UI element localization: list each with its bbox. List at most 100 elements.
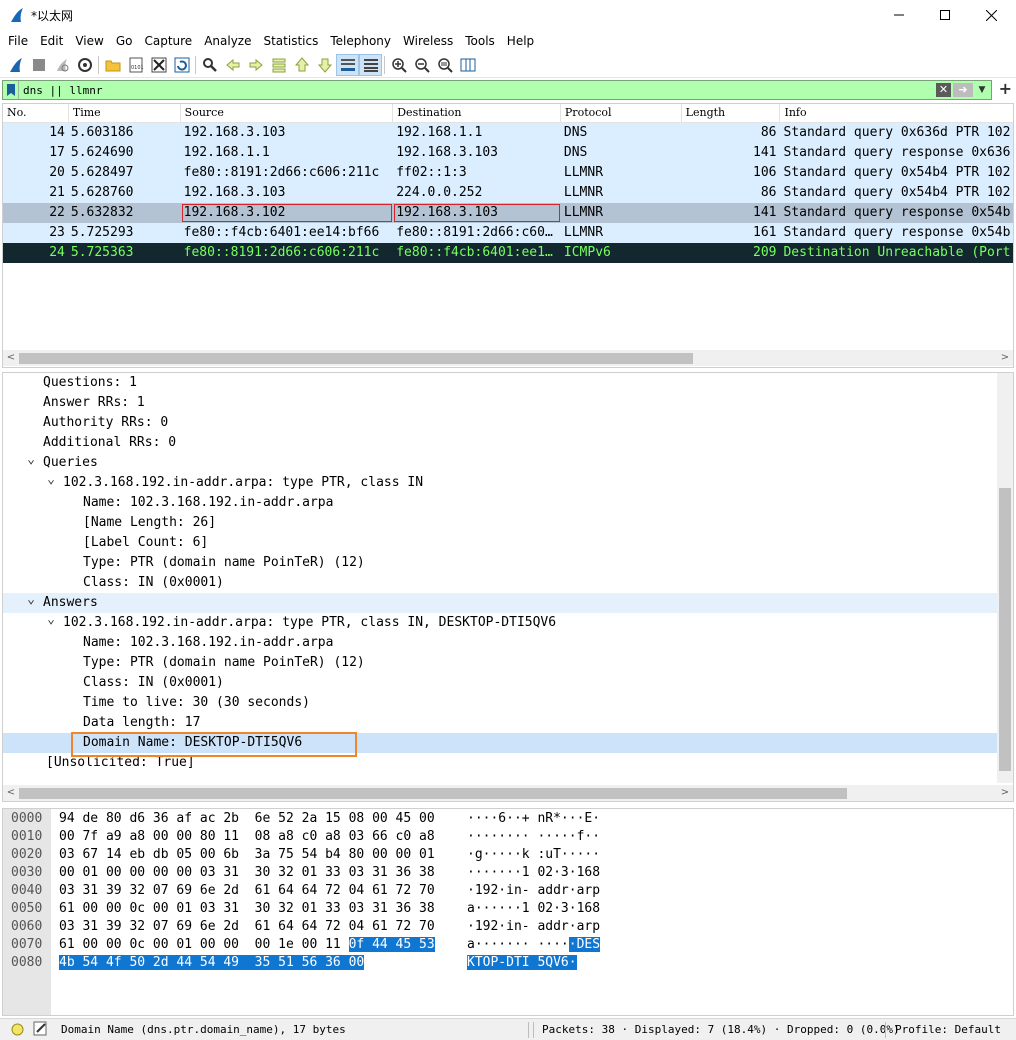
detail-tree-item[interactable]: Time to live: 30 (30 seconds) — [3, 693, 997, 713]
apply-filter-icon[interactable]: ➜ — [953, 83, 973, 97]
detail-tree-item[interactable]: Questions: 1 — [3, 373, 997, 393]
scroll-right-icon[interactable]: > — [997, 350, 1013, 366]
detail-tree-item[interactable]: Name: 102.3.168.192.in-addr.arpa — [3, 493, 997, 513]
detail-tree-item[interactable]: ⌄ 102.3.168.192.in-addr.arpa: type PTR, c… — [3, 613, 997, 633]
bytes-hex[interactable]: 03 67 14 eb db 05 00 6b 3a 75 54 b4 80 0… — [59, 846, 435, 864]
go-forward-button[interactable] — [244, 54, 267, 76]
edit-comment-icon[interactable] — [33, 1021, 48, 1039]
column-header-length[interactable]: Length — [682, 104, 781, 122]
detail-tree-item[interactable]: [Label Count: 6] — [3, 533, 997, 553]
packet-row[interactable]: 14 5.603186 192.168.3.103 192.168.1.1 DNS 86 S… — [3, 123, 1013, 143]
open-file-button[interactable] — [101, 54, 124, 76]
bytes-ascii[interactable]: ·192·in- addr·arp — [467, 882, 600, 900]
menu-file[interactable]: File — [2, 30, 34, 52]
expander-chevron-icon[interactable]: ⌄ — [25, 453, 37, 467]
column-header-info[interactable]: Info — [780, 104, 1013, 122]
bytes-hex[interactable]: 4b 54 4f 50 2d 44 54 49 35 51 56 36 00 — [59, 954, 365, 972]
scroll-left-icon[interactable]: < — [3, 350, 19, 366]
expander-chevron-icon[interactable]: ⌄ — [45, 613, 57, 627]
capture-options-button[interactable] — [73, 54, 96, 76]
packet-row[interactable]: 17 5.624690 192.168.1.1 192.168.3.103 DNS 141… — [3, 143, 1013, 163]
bytes-ascii[interactable]: ········ ·····f·· — [467, 828, 600, 846]
bytes-hex[interactable]: 00 7f a9 a8 00 00 80 11 08 a8 c0 a8 03 6… — [59, 828, 435, 846]
details-vscrollbar[interactable] — [997, 373, 1013, 783]
detail-tree-item[interactable]: Name: 102.3.168.192.in-addr.arpa — [3, 633, 997, 653]
detail-tree-item[interactable]: ⌄ Queries — [3, 453, 997, 473]
scrollbar-thumb[interactable] — [19, 788, 847, 799]
go-to-packet-button[interactable] — [267, 54, 290, 76]
bytes-hex[interactable]: 61 00 00 0c 00 01 03 31 30 32 01 33 03 3… — [59, 900, 435, 918]
restart-capture-button[interactable] — [50, 54, 73, 76]
filter-text[interactable]: dns || llmnr — [23, 84, 102, 97]
menu-go[interactable]: Go — [110, 30, 139, 52]
detail-tree-item[interactable]: Data length: 17 — [3, 713, 997, 733]
first-packet-button[interactable] — [290, 54, 313, 76]
bytes-hex[interactable]: 03 31 39 32 07 69 6e 2d 61 64 64 72 04 6… — [59, 918, 435, 936]
expander-chevron-icon[interactable]: ⌄ — [25, 593, 37, 607]
detail-tree-item[interactable]: Domain Name: DESKTOP-DTI5QV6 — [3, 733, 997, 753]
detail-tree-item[interactable]: [Name Length: 26] — [3, 513, 997, 533]
close-file-button[interactable] — [147, 54, 170, 76]
scroll-left-icon[interactable]: < — [3, 785, 19, 801]
menu-capture[interactable]: Capture — [138, 30, 198, 52]
zoom-out-button[interactable] — [410, 54, 433, 76]
reload-file-button[interactable] — [170, 54, 193, 76]
detail-tree-item[interactable]: Type: PTR (domain name PoinTeR) (12) — [3, 653, 997, 673]
bytes-hex[interactable]: 00 01 00 00 00 00 03 31 30 32 01 33 03 3… — [59, 864, 435, 882]
find-packet-button[interactable] — [198, 54, 221, 76]
column-header-time[interactable]: Time — [69, 104, 181, 122]
menu-statistics[interactable]: Statistics — [257, 30, 324, 52]
scroll-right-icon[interactable]: > — [997, 785, 1013, 801]
menu-tools[interactable]: Tools — [459, 30, 501, 52]
packet-list-hscrollbar[interactable]: < > — [3, 350, 1013, 366]
menu-edit[interactable]: Edit — [34, 30, 69, 52]
detail-tree-item[interactable]: ⌄ Answers — [3, 593, 997, 613]
maximize-button[interactable] — [922, 0, 968, 30]
column-header-protocol[interactable]: Protocol — [561, 104, 682, 122]
bytes-hex[interactable]: 03 31 39 32 07 69 6e 2d 61 64 64 72 04 6… — [59, 882, 435, 900]
detail-tree-item[interactable]: [Unsolicited: True] — [3, 753, 997, 773]
last-packet-button[interactable] — [313, 54, 336, 76]
bytes-ascii[interactable]: KTOP-DTI 5QV6· — [467, 954, 577, 972]
add-filter-button[interactable]: + — [999, 79, 1012, 98]
go-back-button[interactable] — [221, 54, 244, 76]
zoom-normal-button[interactable] — [433, 54, 456, 76]
menu-help[interactable]: Help — [501, 30, 540, 52]
resize-columns-button[interactable] — [456, 54, 479, 76]
bytes-ascii[interactable]: ·192·in- addr·arp — [467, 918, 600, 936]
bytes-ascii[interactable]: a······· ·····DES — [467, 936, 601, 954]
detail-tree-item[interactable]: Additional RRs: 0 — [3, 433, 997, 453]
autoscroll-button[interactable] — [336, 53, 359, 76]
clear-filter-icon[interactable]: ✕ — [936, 83, 951, 97]
detail-tree-item[interactable]: Type: PTR (domain name PoinTeR) (12) — [3, 553, 997, 573]
details-hscrollbar[interactable]: < > — [3, 785, 1013, 801]
column-header-no[interactable]: No. — [3, 104, 69, 122]
chevron-down-icon[interactable]: ▼ — [975, 82, 989, 98]
colorize-button[interactable] — [359, 53, 382, 76]
zoom-in-button[interactable] — [387, 54, 410, 76]
expander-chevron-icon[interactable]: ⌄ — [45, 473, 57, 487]
menu-wireless[interactable]: Wireless — [397, 30, 459, 52]
bytes-ascii[interactable]: a······1 02·3·168 — [467, 900, 600, 918]
packet-row[interactable]: 24 5.725363 fe80::8191:2d66:c606:211c fe80:… — [3, 243, 1013, 263]
profile-status[interactable]: Profile: Default — [895, 1021, 1001, 1039]
packet-row[interactable]: 21 5.628760 192.168.3.103 224.0.0.252 LLMNR 8… — [3, 183, 1013, 203]
display-filter-input[interactable]: dns || llmnr ✕ ➜ ▼ — [2, 80, 992, 100]
bytes-ascii[interactable]: ·······1 02·3·168 — [467, 864, 600, 882]
bytes-ascii[interactable]: ····6··+ nR*···E· — [467, 810, 600, 828]
detail-tree-item[interactable]: Class: IN (0x0001) — [3, 573, 997, 593]
packet-row[interactable]: 23 5.725293 fe80::f4cb:6401:ee14:bf66 fe80:… — [3, 223, 1013, 243]
detail-tree-item[interactable]: Authority RRs: 0 — [3, 413, 997, 433]
bytes-hex[interactable]: 61 00 00 0c 00 01 00 00 00 1e 00 11 0f 4… — [59, 936, 435, 954]
minimize-button[interactable] — [876, 0, 922, 30]
detail-tree-item[interactable]: Answer RRs: 1 — [3, 393, 997, 413]
start-capture-button[interactable] — [4, 54, 27, 76]
packet-row[interactable]: 20 5.628497 fe80::8191:2d66:c606:211c ff02:… — [3, 163, 1013, 183]
stop-capture-button[interactable] — [27, 54, 50, 76]
save-file-button[interactable]: 0101 — [124, 54, 147, 76]
column-header-destination[interactable]: Destination — [393, 104, 561, 122]
detail-tree-item[interactable]: Class: IN (0x0001) — [3, 673, 997, 693]
packet-row[interactable]: 22 5.632832 192.168.3.102 192.168.3.103 LLMN… — [3, 203, 1013, 223]
close-button[interactable] — [968, 0, 1014, 30]
menu-telephony[interactable]: Telephony — [324, 30, 397, 52]
